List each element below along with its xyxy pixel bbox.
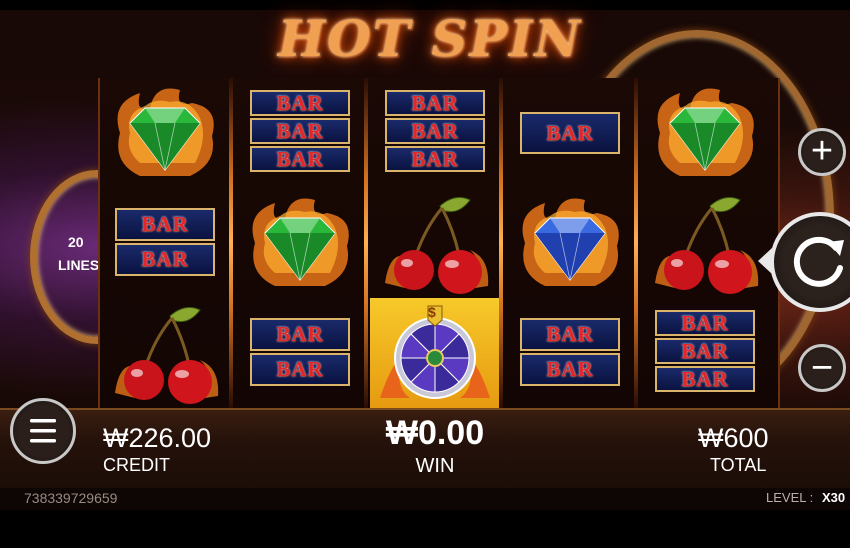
reel-cell: $ bbox=[370, 298, 500, 408]
reel-cell bbox=[100, 298, 230, 408]
blue-diamond-icon bbox=[522, 198, 619, 286]
bar-label: BAR bbox=[655, 366, 755, 392]
reel-column: BAR BAR bbox=[100, 78, 230, 408]
bar-label: BAR bbox=[250, 318, 350, 351]
green-diamond-icon bbox=[252, 198, 349, 286]
win-amount: ₩0.00 bbox=[385, 414, 485, 452]
session-id: 738339729659 bbox=[24, 490, 118, 506]
level-label: LEVEL : bbox=[766, 490, 814, 505]
spin-refresh-icon bbox=[793, 236, 844, 287]
total-bet-amount: ₩600 bbox=[698, 423, 769, 453]
bar-label: BAR bbox=[520, 112, 620, 154]
bar-label: BAR bbox=[115, 208, 215, 241]
cherry-symbol-icon bbox=[655, 197, 759, 294]
reel-cell: BAR bbox=[505, 78, 635, 188]
plus-icon: + bbox=[810, 130, 834, 172]
bar-symbol: BAR BAR BAR bbox=[385, 88, 485, 174]
cherry-symbol-icon bbox=[115, 307, 219, 404]
bar-label: BAR bbox=[520, 353, 620, 386]
reel-cell bbox=[640, 188, 770, 298]
menu-button[interactable] bbox=[10, 398, 76, 464]
reel-column: BAR BAR BAR bbox=[640, 78, 770, 408]
slot-game: HOT SPIN 20 LINES BAR BAR BAR BAR BAR BAR BAR B… bbox=[0, 0, 850, 548]
bar-symbol: BAR BAR BAR bbox=[655, 308, 755, 394]
green-diamond-icon bbox=[117, 88, 214, 176]
bar-label: BAR bbox=[385, 118, 485, 144]
credit-label: CREDIT bbox=[103, 455, 170, 475]
bar-label: BAR bbox=[250, 90, 350, 116]
reel-cell: BAR BAR bbox=[235, 298, 365, 408]
reel-column: BAR BAR BAR BAR BAR bbox=[235, 78, 365, 408]
footer-bar bbox=[0, 488, 850, 510]
reel-separator bbox=[364, 78, 368, 408]
bar-label: BAR bbox=[655, 338, 755, 364]
wheel-dollar-label: $ bbox=[428, 304, 436, 320]
bar-label: BAR bbox=[385, 146, 485, 172]
reel-separator bbox=[634, 78, 638, 408]
reel-cell bbox=[100, 78, 230, 188]
bar-symbol: BAR BAR bbox=[250, 316, 350, 388]
green-diamond-icon bbox=[657, 88, 754, 176]
spin-arrow-left-icon bbox=[758, 248, 772, 274]
reel-separator bbox=[499, 78, 503, 408]
menu-icon bbox=[30, 419, 56, 443]
reel-cell: BAR BAR bbox=[100, 188, 230, 298]
decrease-bet-button[interactable]: − bbox=[798, 344, 846, 392]
spin-button[interactable] bbox=[770, 212, 850, 312]
bar-label: BAR bbox=[250, 353, 350, 386]
bar-symbol: BAR BAR bbox=[115, 206, 215, 278]
bar-label: BAR bbox=[250, 146, 350, 172]
reel-separator bbox=[229, 78, 233, 408]
bottom-strip bbox=[0, 510, 850, 548]
bar-label: BAR bbox=[520, 318, 620, 351]
total-bet-label: TOTAL bbox=[710, 455, 767, 475]
reel-cell: BAR BAR BAR bbox=[235, 78, 365, 188]
reel-column: BAR BAR BAR $ bbox=[370, 78, 500, 408]
reel-cell: BAR BAR bbox=[505, 298, 635, 408]
reel-cell bbox=[235, 188, 365, 298]
increase-bet-button[interactable]: + bbox=[798, 128, 846, 176]
reel-cell: BAR BAR BAR bbox=[370, 78, 500, 188]
credit-amount: ₩226.00 bbox=[103, 423, 212, 453]
reel-cell: BAR BAR BAR bbox=[640, 298, 770, 408]
reel-cell bbox=[370, 188, 500, 298]
bar-symbol: BAR BAR BAR bbox=[250, 88, 350, 174]
bar-label: BAR bbox=[385, 90, 485, 116]
bar-label: BAR bbox=[250, 118, 350, 144]
bar-symbol: BAR bbox=[520, 110, 620, 156]
level-value: X30 bbox=[822, 490, 846, 505]
cherry-symbol-icon bbox=[385, 197, 489, 294]
bar-label: BAR bbox=[655, 310, 755, 336]
minus-icon: − bbox=[810, 347, 834, 389]
bar-symbol: BAR BAR bbox=[520, 316, 620, 388]
reel-cell bbox=[505, 188, 635, 298]
reel-column: BAR BAR BAR bbox=[505, 78, 635, 408]
reel-cell bbox=[640, 78, 770, 188]
game-title: HOT SPIN bbox=[277, 9, 583, 68]
reel-area: BAR BAR BAR BAR BAR BAR BAR BAR BAR BAR $ BAR BAR BAR… bbox=[98, 78, 780, 408]
lines-count: 20 bbox=[68, 234, 84, 250]
bar-label: BAR bbox=[115, 243, 215, 276]
lines-label: LINES bbox=[58, 257, 100, 273]
win-label: WIN bbox=[415, 455, 455, 477]
